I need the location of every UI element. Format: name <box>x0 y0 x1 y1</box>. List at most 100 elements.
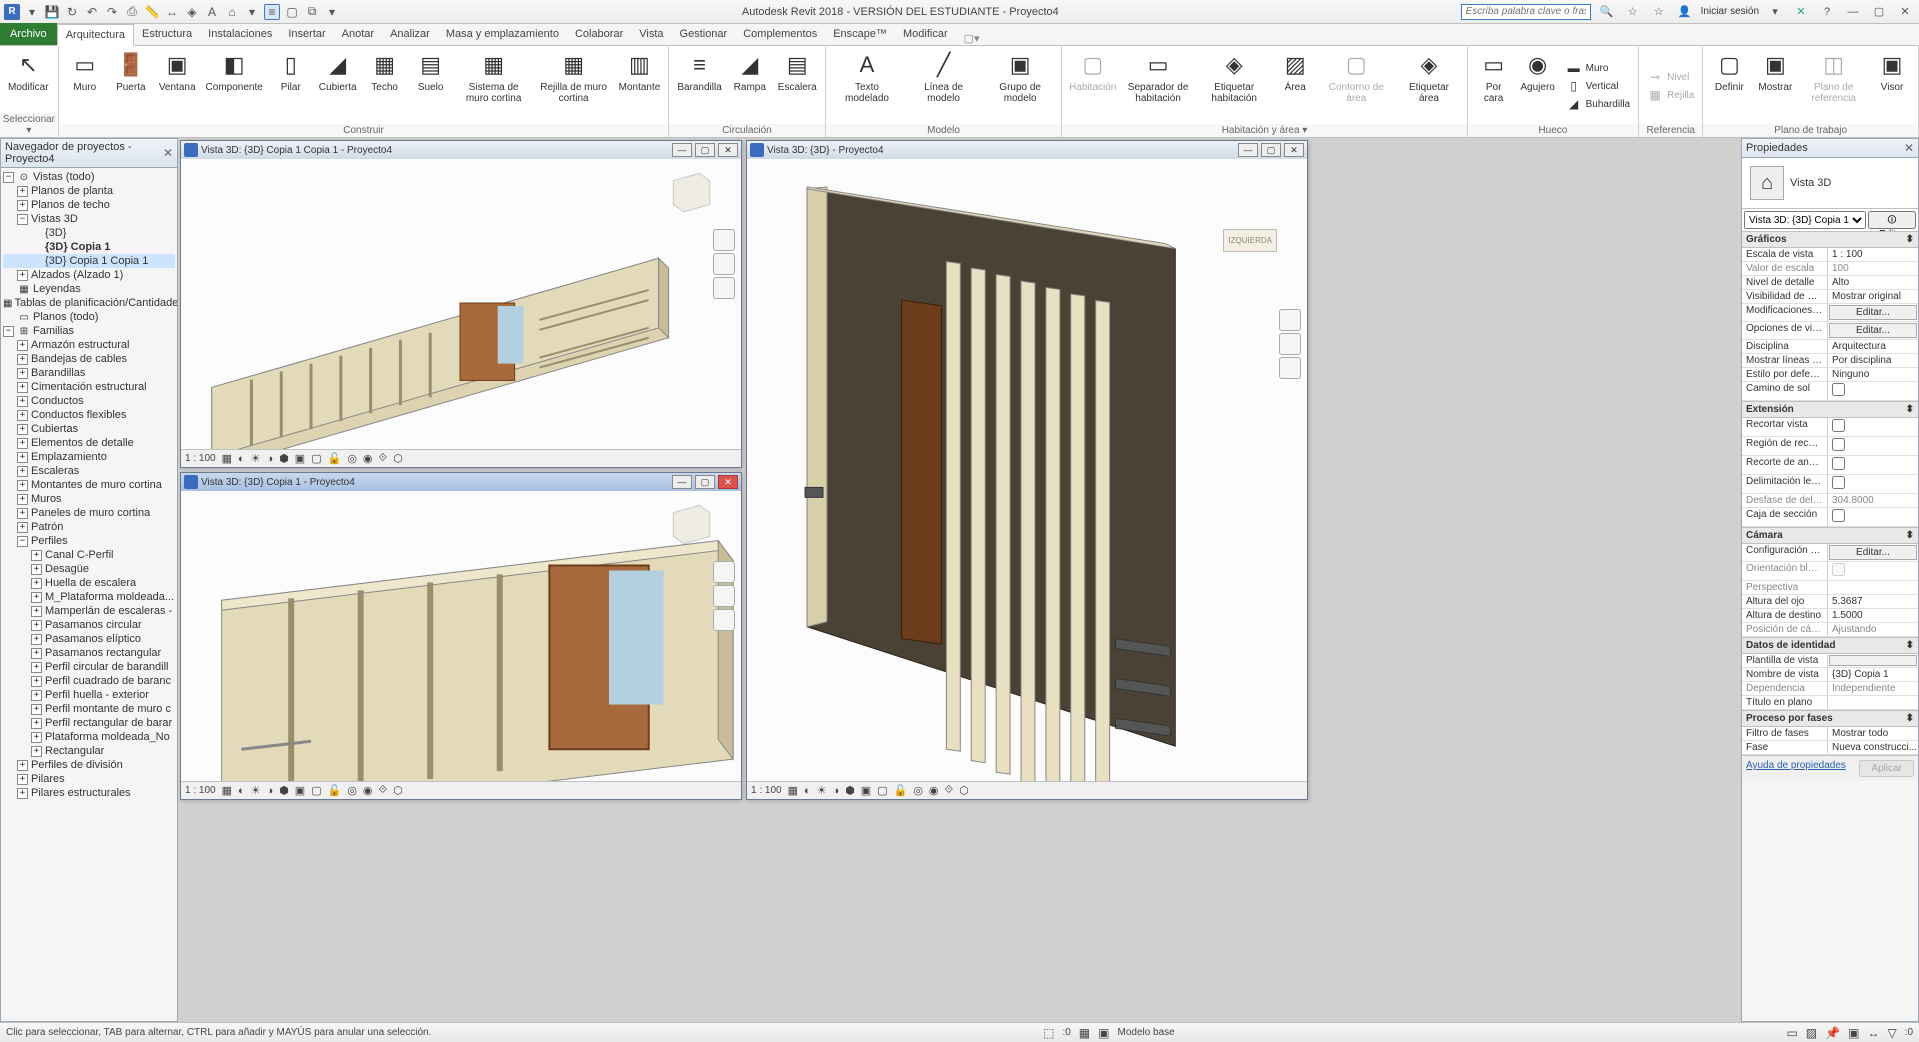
crop-show-icon[interactable]: ▢ <box>311 784 321 797</box>
property-value[interactable]: Arquitectura <box>1828 340 1918 353</box>
temp-hide-icon[interactable]: ◎ <box>347 784 357 797</box>
expand-icon[interactable]: + <box>17 424 28 435</box>
expand-icon[interactable]: − <box>17 214 28 225</box>
texto-modelado-button[interactable]: ATexto modelado <box>830 48 905 124</box>
minimize-button[interactable]: — <box>1238 143 1258 157</box>
worksets-icon[interactable]: ⬚ <box>1043 1026 1054 1040</box>
tree-node[interactable]: +Alzados (Alzado 1) <box>3 268 175 282</box>
panel-header[interactable]: Propiedades ✕ <box>1742 139 1918 158</box>
suelo-button[interactable]: ▤Suelo <box>409 48 453 124</box>
tab-instalaciones[interactable]: Instalaciones <box>200 23 280 45</box>
select-face-icon[interactable]: ▣ <box>1848 1026 1859 1040</box>
redo-icon[interactable]: ↷ <box>104 4 120 20</box>
crop-show-icon[interactable]: ▢ <box>311 452 321 465</box>
reveal-icon[interactable]: ◉ <box>929 784 939 797</box>
sync-icon[interactable]: ↻ <box>64 4 80 20</box>
muro-button[interactable]: ▭Muro <box>63 48 107 124</box>
expand-icon[interactable]: ⬍ <box>1906 404 1914 415</box>
tree-node[interactable]: +Plataforma moldeada_No <box>3 730 175 744</box>
property-checkbox[interactable] <box>1828 508 1918 526</box>
tree-node[interactable]: +Conductos flexibles <box>3 408 175 422</box>
comm-icon[interactable]: ☆ <box>1623 4 1643 20</box>
pilar-button[interactable]: ▯Pilar <box>269 48 313 124</box>
steering-wheel[interactable] <box>1279 309 1301 379</box>
property-checkbox[interactable] <box>1828 418 1918 436</box>
tree-node[interactable]: +Pasamanos rectangular <box>3 646 175 660</box>
view-titlebar[interactable]: Vista 3D: {3D} Copia 1 Copia 1 - Proyect… <box>181 141 741 159</box>
view-titlebar[interactable]: Vista 3D: {3D} Copia 1 - Proyecto4 — ▢ ✕ <box>181 473 741 491</box>
tab-masa[interactable]: Masa y emplazamiento <box>438 23 567 45</box>
view-cube[interactable]: IZQUIERDA <box>1223 229 1277 252</box>
tag-icon[interactable]: ◈ <box>184 4 200 20</box>
modificar-button[interactable]: ↖Modificar <box>4 48 53 113</box>
shadow-icon[interactable]: ◑ <box>833 785 840 797</box>
analytical-icon[interactable]: ⬡ <box>959 784 969 797</box>
expand-icon[interactable]: + <box>17 368 28 379</box>
tree-node[interactable]: +Pilares estructurales <box>3 786 175 800</box>
área-button[interactable]: ▨Área <box>1273 48 1317 124</box>
style-icon[interactable]: ◐ <box>238 453 245 465</box>
constraints-icon[interactable]: ⟐ <box>945 784 954 797</box>
property-value[interactable]: Alto <box>1828 276 1918 289</box>
style-icon[interactable]: ◐ <box>804 785 811 797</box>
tree-node[interactable]: +Desagüe <box>3 562 175 576</box>
tree-node[interactable]: {3D} <box>3 226 175 240</box>
shadow-icon[interactable]: ◑ <box>267 785 274 797</box>
detail-icon[interactable]: ▦ <box>788 784 798 797</box>
view-cube[interactable] <box>663 165 715 217</box>
signin-dropdown-icon[interactable]: ▾ <box>1765 4 1785 20</box>
analytical-icon[interactable]: ⬡ <box>393 784 403 797</box>
cubierta-button[interactable]: ◢Cubierta <box>315 48 361 124</box>
definir-button[interactable]: ▢Definir <box>1707 48 1751 124</box>
property-edit-button[interactable]: Editar... <box>1829 305 1917 320</box>
tab-complementos[interactable]: Complementos <box>735 23 825 45</box>
search-icon[interactable]: 🔍 <box>1597 4 1617 20</box>
property-value[interactable]: Por disciplina <box>1828 354 1918 367</box>
user-icon[interactable]: 👤 <box>1675 4 1695 20</box>
sun-icon[interactable]: ☀ <box>251 452 261 465</box>
expand-icon[interactable]: + <box>31 578 42 589</box>
sistema-de-muro-cortina-button[interactable]: ▦Sistema de muro cortina <box>455 48 533 124</box>
property-category[interactable]: Datos de identidad⬍ <box>1742 637 1918 654</box>
property-checkbox[interactable] <box>1828 437 1918 455</box>
lock-icon[interactable]: 🔓 <box>894 784 908 797</box>
thin-lines-icon[interactable]: ≡ <box>264 4 280 20</box>
lock-icon[interactable]: 🔓 <box>328 452 342 465</box>
lock-icon[interactable]: 🔓 <box>328 784 342 797</box>
property-edit-button[interactable]: Editar... <box>1829 323 1917 338</box>
rampa-button[interactable]: ◢Rampa <box>728 48 772 124</box>
expand-icon[interactable]: − <box>17 536 28 547</box>
ribbon-collapse-icon[interactable]: ▢▾ <box>964 32 980 45</box>
tab-gestionar[interactable]: Gestionar <box>672 23 736 45</box>
default-3d-icon[interactable]: ⌂ <box>224 4 240 20</box>
style-icon[interactable]: ◐ <box>238 785 245 797</box>
sun-icon[interactable]: ☀ <box>817 784 827 797</box>
tree-node[interactable]: +Cimentación estructural <box>3 380 175 394</box>
maximize-button[interactable]: ▢ <box>1869 4 1889 20</box>
file-tab[interactable]: Archivo <box>0 23 57 45</box>
componente-button[interactable]: ◧Componente <box>202 48 267 124</box>
property-value[interactable]: 5.3687 <box>1828 595 1918 608</box>
tree-node[interactable]: +Escaleras <box>3 464 175 478</box>
view-titlebar[interactable]: Vista 3D: {3D} - Proyecto4 — ▢ ✕ <box>747 141 1307 159</box>
crop-icon[interactable]: ▣ <box>295 784 305 797</box>
print-icon[interactable]: ⎙ <box>124 4 140 20</box>
etiquetar-área-button[interactable]: ◈Etiquetar área <box>1395 48 1462 124</box>
property-value[interactable] <box>1828 696 1918 709</box>
property-checkbox[interactable] <box>1828 456 1918 474</box>
temp-hide-icon[interactable]: ◎ <box>913 784 923 797</box>
tree-node[interactable]: +Pasamanos circular <box>3 618 175 632</box>
tree-node[interactable]: +Emplazamiento <box>3 450 175 464</box>
tree-node[interactable]: −Vistas 3D <box>3 212 175 226</box>
tab-anotar[interactable]: Anotar <box>334 23 382 45</box>
render-icon[interactable]: ⬢ <box>279 452 289 465</box>
expand-icon[interactable]: + <box>17 340 28 351</box>
tab-vista[interactable]: Vista <box>631 23 671 45</box>
tab-analizar[interactable]: Analizar <box>382 23 438 45</box>
tree-node[interactable]: +Perfil rectangular de barar <box>3 716 175 730</box>
analytical-icon[interactable]: ⬡ <box>393 452 403 465</box>
measure-icon[interactable]: 📏 <box>144 4 160 20</box>
crop-show-icon[interactable]: ▢ <box>877 784 887 797</box>
section-icon[interactable]: ▾ <box>244 4 260 20</box>
expand-icon[interactable]: − <box>3 326 14 337</box>
